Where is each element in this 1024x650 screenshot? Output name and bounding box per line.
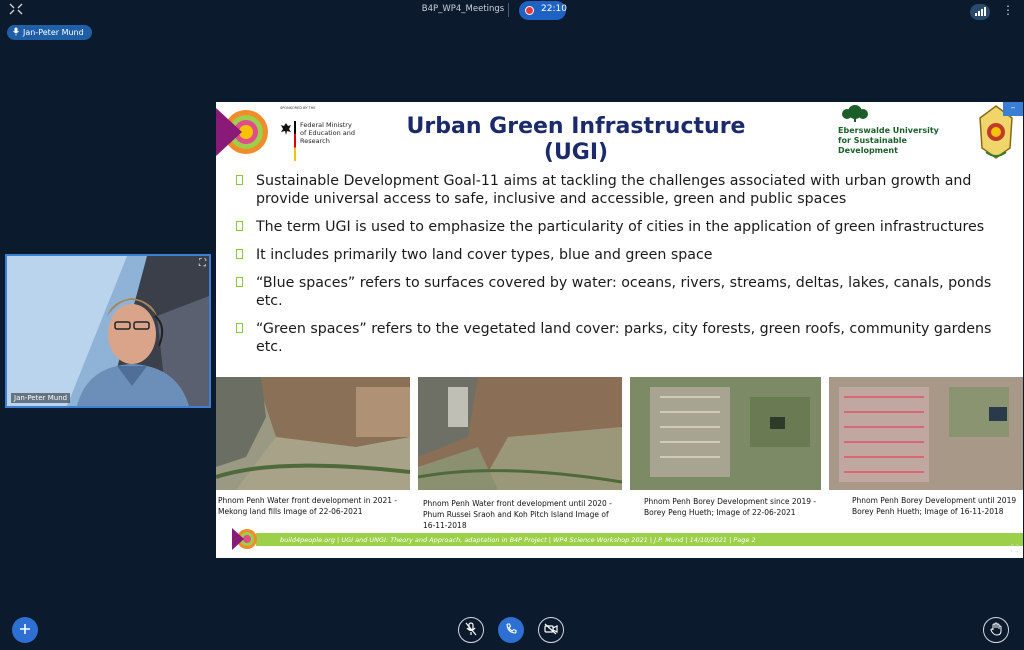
- video-button[interactable]: [538, 617, 564, 643]
- slide-footer: build4people.org | UGI and UNGI: Theory …: [230, 528, 1023, 550]
- shared-slide: SPONSORED BY THE Federal Ministry of Edu…: [216, 102, 1023, 558]
- bullet-list: Sustainable Development Goal-11 aims at …: [236, 172, 1016, 366]
- mute-button[interactable]: [458, 617, 484, 643]
- caption-2: Phnom Penh Water front development until…: [423, 498, 623, 531]
- bullet-icon: [236, 175, 243, 185]
- minimize-icon[interactable]: –: [1003, 102, 1023, 116]
- recording-time: 22:10: [541, 4, 567, 14]
- footer-logo: [232, 528, 257, 550]
- presenter-name: Jan-Peter Mund: [23, 28, 84, 37]
- caption-1: Phnom Penh Water front development in 20…: [218, 495, 413, 517]
- raise-hand-icon: [990, 621, 1002, 639]
- satellite-image-2: [418, 377, 622, 490]
- satellite-image-1: [216, 377, 410, 490]
- list-item: “Green spaces” refers to the vegetated l…: [236, 320, 1016, 356]
- expand-icon[interactable]: ⛶: [199, 258, 206, 269]
- presenter-badge: Jan-Peter Mund: [7, 25, 92, 40]
- tree-icon: [842, 105, 868, 122]
- sponsor-label: SPONSORED BY THE: [280, 106, 316, 110]
- bullet-icon: [236, 221, 243, 231]
- university-line3: Development: [838, 146, 898, 155]
- satellite-image-3: [630, 377, 821, 490]
- signal-strength-icon[interactable]: [970, 4, 990, 20]
- list-item: The term UGI is used to emphasize the pa…: [236, 218, 1016, 236]
- participant-name: Jan-Peter Mund: [11, 393, 71, 403]
- phone-icon: [505, 622, 517, 638]
- divider: [508, 3, 509, 17]
- participant-video[interactable]: ⛶ Jan-Peter Mund: [5, 254, 211, 408]
- bullet-icon: [236, 323, 243, 333]
- bullet-icon: [236, 249, 243, 259]
- top-bar: B4P_WP4_Meetings 22:10 ⋮: [0, 0, 1024, 22]
- add-button[interactable]: [12, 617, 38, 643]
- mic-off-icon: [465, 621, 477, 639]
- bmbf-logo: SPONSORED BY THE Federal Ministry of Edu…: [280, 106, 360, 161]
- plus-icon: [19, 623, 31, 638]
- footer-text: build4people.org | UGI and UNGI: Theory …: [280, 536, 756, 544]
- list-item: It includes primarily two land cover typ…: [236, 246, 1016, 264]
- video-off-icon: [544, 623, 558, 638]
- video-frame: [7, 256, 209, 406]
- meeting-title: B4P_WP4_Meetings: [421, 4, 505, 14]
- record-icon: [525, 6, 534, 15]
- mic-icon: [13, 27, 19, 38]
- university-line1: Eberswalde University: [838, 126, 939, 135]
- caption-3: Phnom Penh Borey Development since 2019 …: [644, 496, 824, 518]
- hangup-button[interactable]: [498, 617, 524, 643]
- university-line2: for Sustainable: [838, 136, 907, 145]
- caption-4: Phnom Penh Borey Development until 2019 …: [852, 495, 1022, 517]
- slide-title-line1: Urban Green Infrastructure: [406, 114, 746, 139]
- slide-title-line2: (UGI): [543, 140, 609, 165]
- slide-title: Urban Green Infrastructure (UGI): [216, 114, 936, 166]
- bullet-icon: [236, 277, 243, 287]
- satellite-images: [216, 377, 1023, 492]
- satellite-image-4: [829, 377, 1023, 490]
- raise-hand-button[interactable]: [983, 617, 1009, 643]
- list-item: “Blue spaces” refers to surfaces covered…: [236, 274, 1016, 310]
- more-options-icon[interactable]: ⋮: [1002, 3, 1014, 17]
- fullscreen-icon[interactable]: ⛶: [1011, 544, 1018, 555]
- recording-indicator[interactable]: 22:10: [519, 1, 567, 20]
- university-logo: Eberswalde University for Sustainable De…: [838, 104, 958, 156]
- list-item: Sustainable Development Goal-11 aims at …: [236, 172, 1016, 208]
